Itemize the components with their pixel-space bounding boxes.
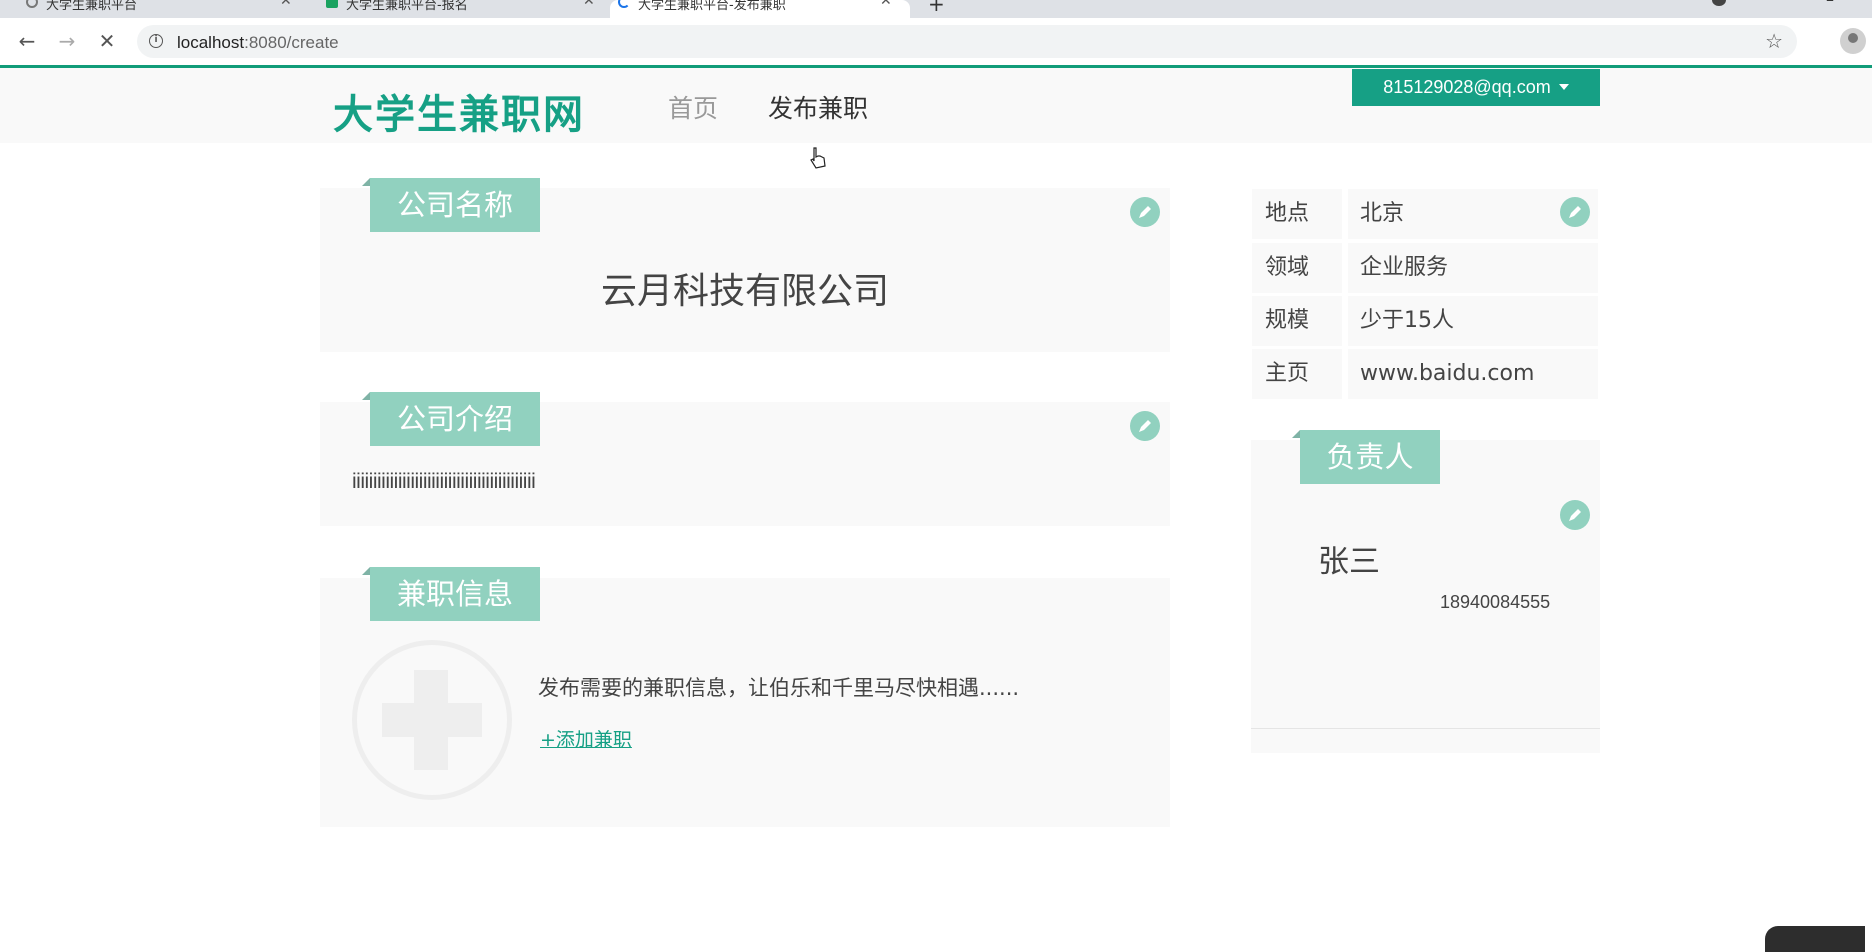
browser-tab-3[interactable]: 大学生兼职平台-发布兼职 ✕ [610, 0, 910, 18]
info-value-field: 企业服务 [1348, 243, 1598, 293]
jobs-description: 发布需要的兼职信息，让伯乐和千里马尽快相遇...... [538, 676, 1020, 700]
tab-title: 大学生兼职平台 [46, 0, 138, 13]
site-info-icon[interactable]: i [149, 34, 163, 48]
edit-pencil-icon[interactable] [1560, 500, 1590, 530]
nav-publish-link[interactable]: 发布兼职 [768, 89, 868, 125]
minimize-icon[interactable]: – [1826, 0, 1834, 9]
info-value-homepage: www.baidu.com [1348, 349, 1598, 399]
info-value-scale: 少于15人 [1348, 296, 1598, 346]
document-icon [326, 0, 338, 8]
browser-toolbar: ← → ✕ i localhost:8080/create ☆ [0, 18, 1872, 66]
url-text[interactable]: localhost:8080/create [177, 33, 339, 53]
nav-home-link[interactable]: 首页 [668, 89, 718, 125]
new-tab-icon[interactable]: + [928, 0, 945, 16]
plus-icon-horizontal [382, 703, 482, 737]
forward-arrow-icon[interactable]: → [52, 26, 82, 56]
stop-loading-icon[interactable]: ✕ [92, 26, 122, 56]
profile-avatar-icon[interactable] [1840, 28, 1866, 54]
company-name: 云月科技有限公司 [600, 271, 889, 312]
edit-pencil-icon[interactable] [1560, 197, 1590, 227]
caret-down-icon [1558, 84, 1569, 90]
divider [1251, 728, 1600, 729]
site-logo[interactable]: 大学生兼职网 [333, 82, 585, 140]
info-label-field: 领域 [1252, 243, 1342, 293]
contact-phone: 18940084555 [1440, 592, 1551, 612]
network-speed-badge [1765, 926, 1865, 952]
browser-tab-1[interactable]: 大学生兼职平台 ✕ [18, 0, 298, 18]
close-icon[interactable]: ✕ [280, 0, 292, 9]
browser-tab-2[interactable]: 大学生兼职平台-报名 ✕ [318, 0, 608, 18]
section-title-company-name: 公司名称 [362, 178, 540, 232]
add-job-link[interactable]: +添加兼职 [540, 725, 632, 752]
user-menu-button[interactable]: 815129028@qq.com [1352, 69, 1600, 106]
info-label-location: 地点 [1252, 189, 1342, 239]
bookmark-star-icon[interactable]: ☆ [1765, 29, 1783, 53]
info-label-homepage: 主页 [1252, 349, 1342, 399]
edit-pencil-icon[interactable] [1130, 197, 1160, 227]
loading-spinner-icon [618, 0, 630, 8]
user-email: 815129028@qq.com [1383, 77, 1551, 97]
address-bar[interactable]: i localhost:8080/create ☆ [137, 25, 1797, 58]
company-intro-text: iiiiiiiiiiiiiiiiiiiiiiiiiiiiiiiiiiiiiiii… [352, 470, 536, 493]
tab-title: 大学生兼职平台-报名 [346, 0, 468, 13]
close-icon[interactable]: ✕ [880, 0, 892, 9]
hand-cursor-icon [808, 146, 828, 174]
close-icon[interactable]: ✕ [583, 0, 595, 9]
info-label-scale: 规模 [1252, 296, 1342, 346]
back-arrow-icon[interactable]: ← [12, 26, 42, 56]
section-title-jobs: 兼职信息 [362, 567, 540, 621]
tab-title: 大学生兼职平台-发布兼职 [638, 0, 786, 13]
section-title-intro: 公司介绍 [362, 392, 540, 446]
globe-icon [26, 0, 38, 8]
edit-pencil-icon[interactable] [1130, 411, 1160, 441]
section-title-contact: 负责人 [1292, 430, 1440, 484]
contact-name: 张三 [1318, 544, 1380, 580]
